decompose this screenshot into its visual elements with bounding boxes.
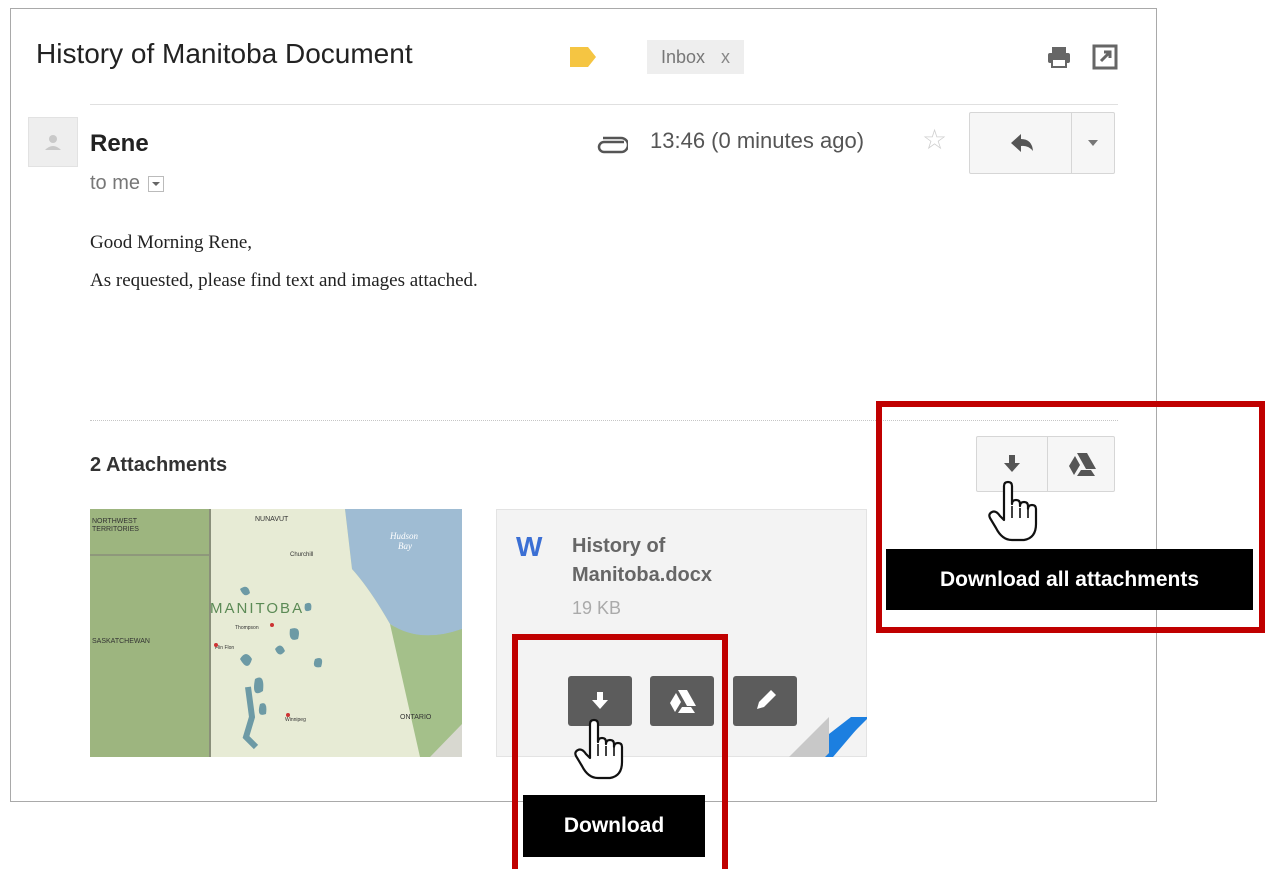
word-document-icon: W xyxy=(516,531,543,562)
download-all-tooltip: Download all attachments xyxy=(886,549,1253,610)
paperclip-icon xyxy=(597,136,628,154)
star-icon[interactable]: ☆ xyxy=(922,126,947,154)
svg-text:Bay: Bay xyxy=(398,541,412,551)
more-actions-dropdown[interactable] xyxy=(1071,113,1114,173)
map-image-attachment[interactable]: NORTHWEST TERRITORIES NUNAVUT Hudson Bay… xyxy=(90,509,462,757)
svg-text:Winnipeg: Winnipeg xyxy=(285,717,306,723)
header-divider xyxy=(90,104,1118,105)
reply-button-group xyxy=(969,112,1115,174)
svg-text:MANITOBA: MANITOBA xyxy=(210,600,304,617)
open-new-window-icon[interactable] xyxy=(1092,44,1118,70)
person-icon xyxy=(45,135,61,150)
sender-name[interactable]: Rene xyxy=(90,130,149,158)
reply-icon xyxy=(1011,134,1033,152)
body-line-greeting: Good Morning Rene, xyxy=(90,232,253,253)
svg-text:Flin Flon: Flin Flon xyxy=(215,645,234,651)
email-subject: History of Manitoba Document xyxy=(36,38,413,69)
hand-cursor-icon xyxy=(574,718,624,780)
svg-text:ONTARIO: ONTARIO xyxy=(400,714,432,721)
inbox-label-chip[interactable]: Inbox x xyxy=(647,40,745,74)
svg-text:Hudson: Hudson xyxy=(389,531,419,541)
show-details-dropdown[interactable] xyxy=(148,175,165,192)
label-tag-icon[interactable] xyxy=(570,47,596,67)
recipient-text: to me xyxy=(90,172,141,194)
svg-text:SASKATCHEWAN: SASKATCHEWAN xyxy=(92,638,150,645)
avatar[interactable] xyxy=(28,117,78,167)
attachments-title: 2 Attachments xyxy=(90,454,228,476)
download-tooltip: Download xyxy=(523,795,705,857)
attachment-file-name[interactable]: History of Manitoba.docx xyxy=(572,532,712,590)
edit-icon xyxy=(757,690,776,709)
body-line-message: As requested, please find text and image… xyxy=(90,270,478,291)
svg-text:TERRITORIES: TERRITORIES xyxy=(92,526,139,533)
manitoba-map-image: NORTHWEST TERRITORIES NUNAVUT Hudson Bay… xyxy=(90,509,462,757)
file-name-line-2: Manitoba.docx xyxy=(572,564,713,586)
document-corner-fold xyxy=(789,717,867,757)
svg-text:Churchill: Churchill xyxy=(290,552,313,558)
svg-text:NORTHWEST: NORTHWEST xyxy=(92,518,138,525)
attachment-file-size: 19 KB xyxy=(572,598,622,618)
inbox-label-text: Inbox xyxy=(661,47,706,67)
reply-button[interactable] xyxy=(970,113,1071,173)
email-timestamp: 13:46 (0 minutes ago) xyxy=(650,128,865,153)
file-name-line-1: History of xyxy=(572,535,666,557)
print-icon[interactable] xyxy=(1046,44,1072,70)
svg-text:NUNAVUT: NUNAVUT xyxy=(255,516,289,523)
remove-label-button[interactable]: x xyxy=(721,47,730,67)
svg-text:Thompson: Thompson xyxy=(235,625,259,631)
recipient-line: to me xyxy=(90,172,165,195)
hand-cursor-icon xyxy=(988,480,1038,542)
edit-attachment-button[interactable] xyxy=(733,676,797,726)
